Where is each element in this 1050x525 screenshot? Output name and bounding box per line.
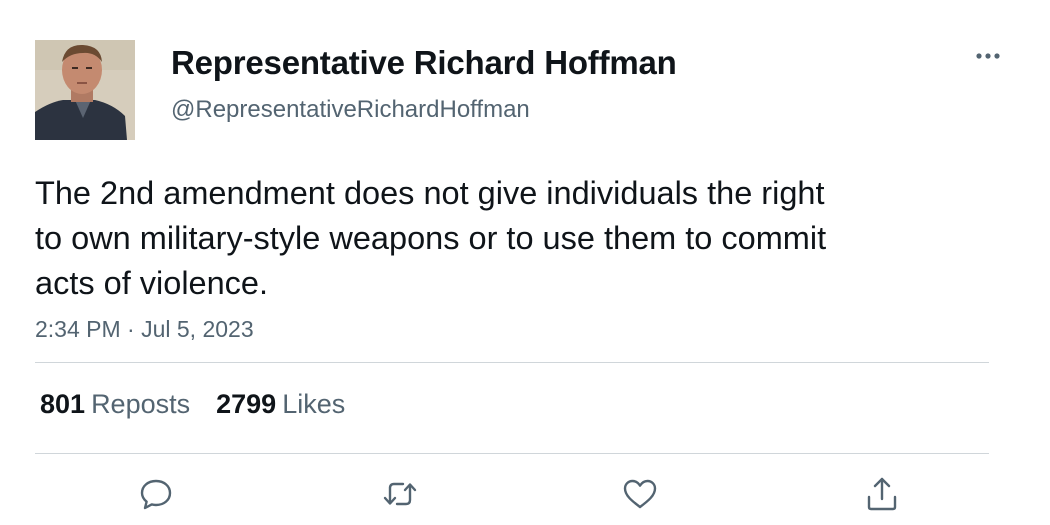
likes-count: 2799 — [216, 389, 277, 419]
likes-label: Likes — [282, 389, 346, 419]
reposts-label: Reposts — [91, 389, 191, 419]
engagement-stats: 801 Reposts 2799 Likes — [40, 385, 371, 423]
divider-bottom — [35, 453, 989, 454]
share-upload-icon — [867, 477, 897, 511]
divider-top — [35, 362, 989, 363]
profile-photo-icon — [35, 40, 135, 140]
heart-icon — [623, 479, 657, 509]
display-name[interactable]: Representative Richard Hoffman — [171, 41, 677, 85]
reposts-count: 801 — [40, 389, 86, 419]
user-handle[interactable]: @RepresentativeRichardHoffman — [171, 94, 530, 126]
share-button[interactable] — [862, 474, 902, 514]
like-button[interactable] — [620, 474, 660, 514]
repost-button[interactable] — [380, 474, 420, 514]
tweet-text: The 2nd amendment does not give individu… — [35, 175, 827, 301]
avatar[interactable] — [35, 40, 135, 140]
reply-button[interactable] — [136, 474, 176, 514]
reposts-stat[interactable]: 801 Reposts — [40, 385, 190, 423]
more-options-button[interactable] — [968, 40, 1008, 72]
repost-arrows-icon — [383, 482, 417, 506]
speech-bubble-icon — [140, 479, 172, 510]
tweet-timestamp[interactable]: 2:34 PM · Jul 5, 2023 — [35, 313, 254, 345]
likes-stat[interactable]: 2799 Likes — [216, 385, 345, 423]
more-horizontal-icon — [976, 53, 1000, 59]
